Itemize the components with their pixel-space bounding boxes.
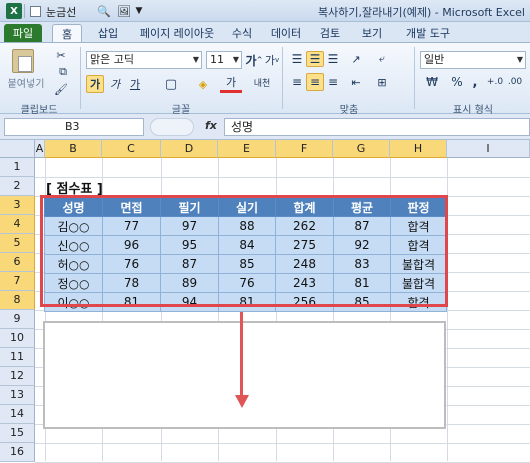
- row-header[interactable]: 2: [0, 177, 35, 196]
- underline-button[interactable]: 가: [124, 75, 146, 93]
- row-header[interactable]: 11: [0, 348, 35, 367]
- select-all-corner[interactable]: [0, 140, 35, 158]
- decrease-font-icon[interactable]: 가v: [264, 51, 280, 69]
- ribbon-tabs: 파일 홈 삽입 페이지 레이아웃 수식 데이터 검토 보기 개발 도구: [0, 22, 530, 42]
- font-size-value: 11: [210, 53, 224, 66]
- currency-icon[interactable]: ₩: [420, 73, 444, 91]
- highlight-frame: [40, 195, 448, 307]
- font-size-dropdown[interactable]: 11 ▼: [206, 51, 242, 69]
- paste-icon[interactable]: [12, 49, 34, 73]
- tab-home[interactable]: 홈: [52, 24, 82, 42]
- italic-button[interactable]: 가: [106, 75, 124, 93]
- column-header[interactable]: D: [161, 140, 218, 158]
- customize-quick-access-icon[interactable]: ▼: [134, 3, 144, 19]
- align-left-icon[interactable]: ≡: [288, 73, 306, 91]
- row-header[interactable]: 16: [0, 443, 35, 462]
- indent-icon[interactable]: ⇤: [346, 73, 366, 91]
- column-header[interactable]: A: [35, 140, 45, 158]
- gridlines-label: 눈금선: [46, 6, 77, 19]
- group-separator: [282, 47, 283, 109]
- row-header[interactable]: 4: [0, 215, 35, 234]
- align-top-icon[interactable]: ☰: [288, 51, 306, 67]
- row-header[interactable]: 1: [0, 158, 35, 177]
- title-bar: X 눈금선 🔍 🖼 ▼ 복사하기,잘라내기(예제) - Microsoft Ex…: [0, 0, 530, 22]
- align-right-icon[interactable]: ≡: [324, 73, 342, 91]
- align-center-icon[interactable]: ≡: [306, 73, 324, 91]
- name-box[interactable]: B3: [4, 118, 144, 136]
- row-header[interactable]: 7: [0, 272, 35, 291]
- formula-controls[interactable]: [150, 118, 194, 136]
- fx-icon[interactable]: fx: [205, 119, 217, 132]
- chevron-down-icon: ▼: [516, 55, 523, 64]
- chevron-down-icon: ▼: [192, 55, 199, 64]
- column-header[interactable]: G: [333, 140, 390, 158]
- increase-decimal-icon[interactable]: +.0: [486, 73, 504, 91]
- cut-icon[interactable]: ✂: [52, 47, 70, 63]
- formula-input[interactable]: 성명: [224, 118, 530, 136]
- quick-access-separator: [24, 4, 25, 18]
- align-bottom-icon[interactable]: ☰: [324, 51, 342, 67]
- arrow-head-icon: [235, 395, 249, 408]
- gridline: [35, 177, 530, 178]
- paste-target-box: [43, 321, 446, 429]
- border-icon[interactable]: ▢: [160, 75, 182, 93]
- row-header[interactable]: 15: [0, 424, 35, 443]
- column-header[interactable]: C: [102, 140, 161, 158]
- comma-button[interactable]: ,: [468, 73, 482, 91]
- tab-data[interactable]: 데이터: [266, 24, 306, 42]
- align-middle-icon[interactable]: ☰: [306, 51, 324, 67]
- orientation-icon[interactable]: ↗: [346, 51, 366, 67]
- copy-icon[interactable]: ⧉: [52, 64, 74, 80]
- formula-bar: B3 fx 성명: [0, 114, 530, 140]
- format-painter-icon[interactable]: 🖌: [52, 81, 70, 97]
- gridline: [35, 443, 530, 444]
- row-header[interactable]: 8: [0, 291, 35, 310]
- window-title: 복사하기,잘라내기(예제) - Microsoft Excel: [318, 6, 525, 19]
- font-name-value: 맑은 고딕: [90, 53, 134, 66]
- percent-button[interactable]: %: [448, 73, 466, 91]
- group-separator: [80, 47, 81, 109]
- row-header[interactable]: 12: [0, 367, 35, 386]
- column-header[interactable]: H: [390, 140, 447, 158]
- number-format-value: 일반: [424, 53, 445, 66]
- row-header[interactable]: 5: [0, 234, 35, 253]
- down-arrow-icon: [240, 312, 243, 400]
- column-header[interactable]: F: [276, 140, 333, 158]
- fill-color-icon[interactable]: ◈: [192, 75, 214, 93]
- group-separator: [414, 47, 415, 109]
- merge-center-icon[interactable]: ⊞: [370, 73, 394, 91]
- decrease-decimal-icon[interactable]: .00: [506, 73, 524, 91]
- chevron-down-icon: ▼: [232, 55, 239, 64]
- row-header[interactable]: 9: [0, 310, 35, 329]
- tab-view[interactable]: 보기: [356, 24, 388, 42]
- tab-review[interactable]: 검토: [314, 24, 346, 42]
- gridlines-checkbox[interactable]: [30, 6, 41, 17]
- column-header[interactable]: E: [218, 140, 276, 158]
- row-header[interactable]: 13: [0, 386, 35, 405]
- tab-formulas[interactable]: 수식: [226, 24, 258, 42]
- row-header[interactable]: 10: [0, 329, 35, 348]
- wrap-text-icon[interactable]: ⤶: [370, 51, 394, 67]
- row-header[interactable]: 6: [0, 253, 35, 272]
- column-header[interactable]: B: [45, 140, 102, 158]
- tab-file[interactable]: 파일: [4, 24, 42, 42]
- number-format-dropdown[interactable]: 일반 ▼: [420, 51, 526, 69]
- worksheet-grid[interactable]: ABCDEFGHI 1 2 3 4 5 6 7 8 9 10 11 12 13 14 15 16 [ 점수표 …: [0, 140, 530, 463]
- font-name-dropdown[interactable]: 맑은 고딕 ▼: [86, 51, 202, 69]
- ribbon-home: 붙여넣기 ✂ ⧉ 🖌 클립보드 맑은 고딕 ▼ 11 ▼ 가 ^ 가v 가 가 가…: [0, 42, 530, 116]
- paste-button[interactable]: 붙여넣기: [4, 75, 48, 90]
- row-header[interactable]: 14: [0, 405, 35, 424]
- image-icon[interactable]: 🖼: [116, 3, 132, 19]
- row-header[interactable]: 3: [0, 196, 35, 215]
- tab-page-layout[interactable]: 페이지 레이아웃: [132, 24, 222, 42]
- excel-app-icon[interactable]: X: [6, 3, 22, 19]
- phonetic-button[interactable]: 내천: [252, 73, 272, 95]
- increase-font-icon[interactable]: 가 ^: [246, 51, 263, 69]
- bold-button[interactable]: 가: [86, 75, 104, 93]
- tab-insert[interactable]: 삽입: [90, 24, 126, 42]
- zoom-icon[interactable]: 🔍: [96, 3, 112, 19]
- column-header[interactable]: I: [447, 140, 530, 158]
- tab-developer[interactable]: 개발 도구: [398, 24, 458, 42]
- font-color-button[interactable]: 가: [220, 73, 242, 93]
